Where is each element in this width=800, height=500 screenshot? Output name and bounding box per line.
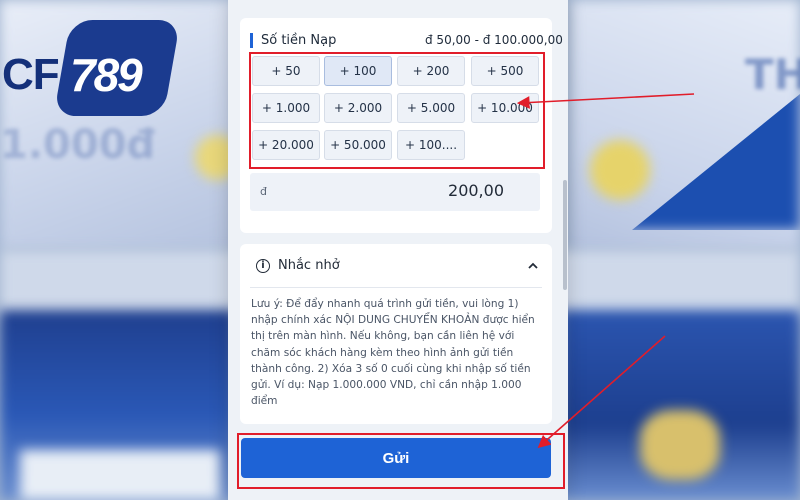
amount-title: Số tiền Nạp (250, 33, 336, 48)
chips-highlight-box (249, 52, 545, 169)
bg-ghost-amount: 1.000đ (0, 122, 156, 168)
currency-symbol: đ (260, 185, 267, 198)
brand-logo: CF 789 (0, 18, 181, 118)
bg-coin-shape (590, 140, 650, 200)
reminder-title: Nhắc nhở (278, 258, 340, 273)
info-icon: i (256, 258, 270, 273)
submit-button[interactable]: Gửi (241, 438, 551, 478)
reminder-header[interactable]: i Nhắc nhở (256, 258, 340, 273)
amount-range: đ 50,00 - đ 100.000,00 (425, 33, 563, 47)
amount-value: 200,00 (448, 181, 504, 200)
logo-text-789: 789 (70, 49, 143, 101)
bg-rooster-shape (640, 410, 720, 480)
divider (250, 287, 542, 288)
reminder-text: Lưu ý: Để đẩy nhanh quá trình gửi tiền, … (251, 298, 535, 408)
amount-input[interactable]: đ 200,00 (250, 173, 540, 211)
scrollbar[interactable] (563, 180, 567, 290)
chevron-up-icon[interactable] (527, 260, 539, 272)
logo-text-cf: CF (2, 50, 60, 99)
bg-white-strip (20, 450, 220, 500)
bg-ghost-text: TH (745, 50, 800, 99)
